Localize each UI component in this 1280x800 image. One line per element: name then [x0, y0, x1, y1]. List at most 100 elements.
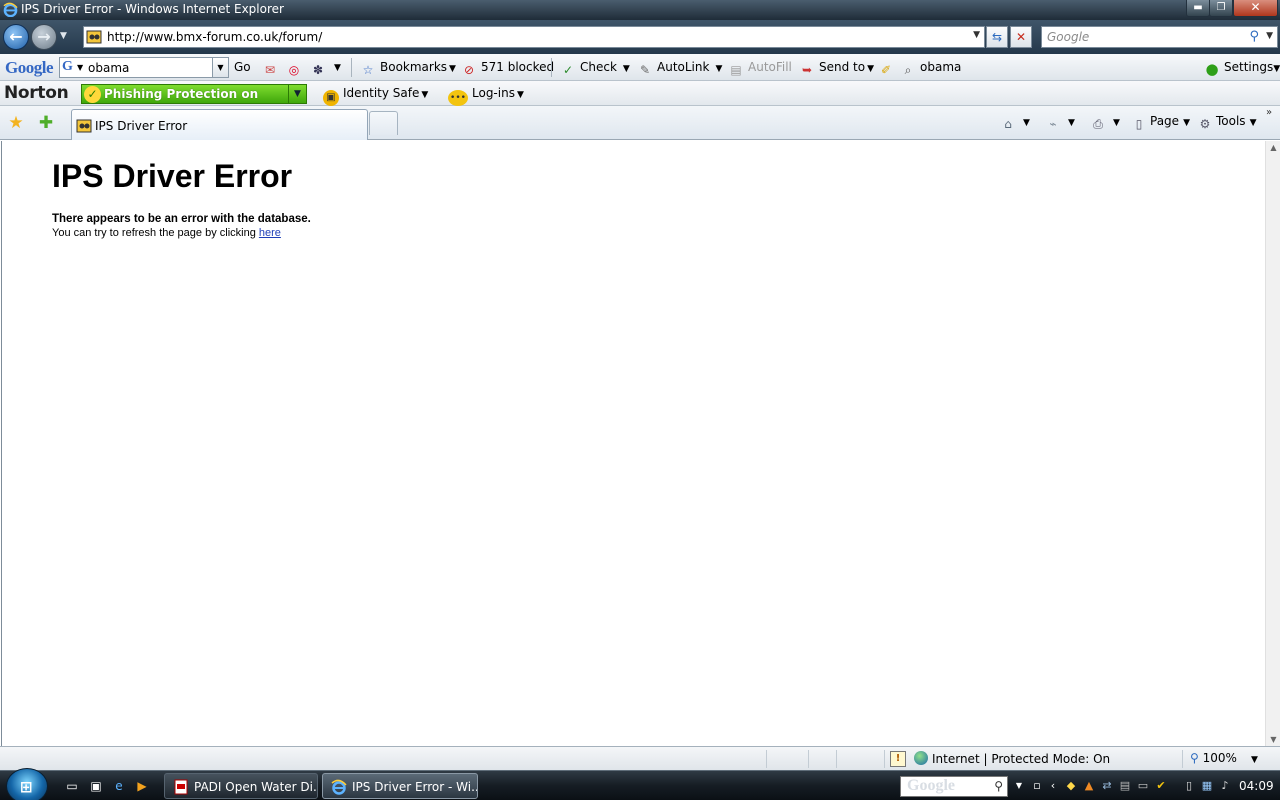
maximize-button[interactable]: ❐	[1209, 0, 1233, 17]
desktop-search-input[interactable]: Google ⚲	[900, 776, 1008, 797]
monitor-tray-icon[interactable]: ▭	[1136, 779, 1150, 793]
chevron-down-icon[interactable]: ▼	[1012, 779, 1026, 793]
settings-button[interactable]: ● Settings▼	[1204, 60, 1280, 77]
search-input[interactable]: Google ⚲ ▼	[1041, 26, 1278, 48]
url-text[interactable]: http://www.bmx-forum.co.uk/forum/	[107, 30, 322, 44]
taskbar-item-label: PADI Open Water Di...	[194, 780, 318, 794]
media-player-icon[interactable]: ▶	[134, 778, 150, 794]
tab-ips-driver-error[interactable]: IPS Driver Error	[71, 109, 368, 140]
autolink-button[interactable]: ✎ AutoLink ▼	[637, 60, 722, 78]
device-tray-icon[interactable]: ▤	[1118, 779, 1132, 793]
chevron-down-icon: ▼	[1249, 118, 1257, 128]
refresh-button[interactable]: ⇆	[986, 26, 1008, 48]
highlighter-icon[interactable]: ✐	[878, 60, 898, 78]
news-icon[interactable]: ✉	[262, 60, 282, 78]
add-favorite-icon[interactable]: ✚	[36, 113, 56, 133]
norton-tray-icon[interactable]: ✔	[1154, 779, 1168, 793]
zone-label: Internet | Protected Mode: On	[932, 752, 1111, 766]
network-icon[interactable]: ▦	[1200, 779, 1214, 793]
chevron-down-icon: ▼	[1273, 64, 1280, 74]
switch-windows-icon[interactable]: ▣	[88, 778, 104, 794]
google-toolbar: Google G ▼ obama ▼ Go ✉ ◎ ✽ ▼ ☆ Bookmarks…	[0, 54, 1280, 81]
start-button[interactable]: ⊞	[6, 768, 48, 800]
site-favicon-icon	[76, 119, 92, 133]
chevron-down-icon[interactable]: ▼	[288, 85, 306, 103]
battery-icon[interactable]: ▯	[1182, 779, 1196, 793]
search-term-button[interactable]: ⌕ obama	[900, 60, 962, 78]
back-button[interactable]: ←	[3, 24, 29, 50]
recent-pages-dropdown-icon[interactable]: ▼	[60, 31, 67, 41]
ie-icon	[331, 779, 347, 795]
google-logo-text: Google	[5, 58, 54, 77]
autofill-label: AutoFill	[748, 60, 792, 74]
sync-tray-icon[interactable]: ⇄	[1100, 779, 1114, 793]
norton-logo: Norton	[4, 83, 69, 103]
autofill-button[interactable]: ▤ AutoFill	[728, 60, 792, 78]
chevron-down-icon: ▼	[421, 90, 429, 100]
bookmarks-button[interactable]: ☆ Bookmarks ▼	[360, 60, 456, 78]
sendto-button[interactable]: ➥ Send to ▼	[799, 60, 874, 78]
logins-button[interactable]: ••• Log-ins ▼	[448, 86, 524, 106]
feeds-button[interactable]: ⌁ ▼	[1045, 114, 1075, 132]
chevron-down-icon[interactable]: ▼	[77, 63, 83, 72]
network-share-icon[interactable]: ◆	[1064, 779, 1078, 793]
phishing-protection-button[interactable]: ✓ Phishing Protection on ▼	[81, 84, 307, 104]
taskbar-item-pdf[interactable]: PADI Open Water Di...	[164, 773, 318, 799]
minimize-button[interactable]: ▬	[1186, 0, 1210, 17]
stop-button[interactable]: ✕	[1010, 26, 1032, 48]
collapse-tray-icon[interactable]: ‹	[1046, 779, 1060, 793]
refresh-link[interactable]: here	[259, 227, 281, 239]
address-dropdown-icon[interactable]: ▼	[973, 30, 980, 40]
search-icon[interactable]: ⚲	[994, 779, 1003, 793]
identity-safe-button[interactable]: ▣ Identity Safe ▼	[323, 86, 428, 106]
status-divider	[884, 750, 885, 768]
page-menu-button[interactable]: ▯ Page ▼	[1131, 114, 1190, 132]
close-button[interactable]: ✕	[1233, 0, 1278, 17]
query-dropdown-icon[interactable]: ▼	[212, 58, 228, 77]
security-zone[interactable]: Internet | Protected Mode: On	[914, 751, 1110, 766]
address-input[interactable]: http://www.bmx-forum.co.uk/forum/ ▼	[83, 26, 985, 48]
tools-menu-button[interactable]: ⚙ Tools ▼	[1197, 114, 1257, 132]
gmail-icon[interactable]: ◎	[286, 60, 306, 78]
more-buttons-dropdown-icon[interactable]: ▼	[334, 63, 341, 73]
taskbar-item-ie[interactable]: IPS Driver Error - Wi...	[322, 773, 478, 799]
security-warning-icon[interactable]: !	[890, 751, 906, 767]
refresh-message-text: You can try to refresh the page by click…	[52, 227, 259, 239]
green-dot-icon: ●	[1205, 60, 1219, 78]
blocked-icon: ⊘	[463, 63, 475, 77]
search-options-dropdown-icon[interactable]: ▼	[1266, 31, 1273, 41]
ie-quicklaunch-icon[interactable]: e	[111, 778, 127, 794]
print-button[interactable]: ⎙ ▼	[1090, 114, 1120, 132]
search-icon[interactable]: ⚲	[1249, 29, 1259, 44]
forward-button[interactable]: →	[31, 24, 57, 50]
go-button[interactable]: Go	[234, 60, 251, 74]
deskbar-icon[interactable]: ▫	[1030, 779, 1044, 793]
overflow-chevron-icon[interactable]: »	[1266, 107, 1272, 118]
pdf-icon	[174, 779, 188, 795]
zoom-control[interactable]: ⚲ 100% ▼	[1190, 751, 1258, 765]
status-divider	[808, 750, 809, 768]
lock-icon: ▣	[323, 90, 339, 106]
volume-icon[interactable]: ♪	[1218, 779, 1232, 793]
toolbar-separator	[551, 58, 552, 77]
show-desktop-icon[interactable]: ▭	[64, 778, 80, 794]
popup-blocker-button[interactable]: ⊘ 571 blocked	[461, 60, 554, 78]
page-icon: ▯	[1135, 117, 1143, 131]
google-search-input[interactable]: G ▼ obama ▼	[59, 57, 229, 78]
error-message: There appears to be an error with the da…	[52, 213, 311, 225]
wand-icon: ✎	[639, 63, 651, 77]
google-query-text[interactable]: obama	[88, 61, 129, 75]
new-tab-button[interactable]	[369, 111, 398, 135]
clock[interactable]: 04:09	[1239, 779, 1274, 793]
translate-icon[interactable]: ✽	[310, 60, 330, 78]
home-button[interactable]: ⌂ ▼	[1000, 114, 1030, 132]
favorites-star-icon[interactable]: ★	[6, 113, 26, 133]
autofill-icon: ▤	[730, 63, 742, 77]
vertical-scrollbar[interactable]: ▲ ▼	[1265, 141, 1280, 746]
spellcheck-button[interactable]: ✓ Check ▼	[560, 60, 630, 78]
app-tray-icon[interactable]: ▲	[1082, 779, 1096, 793]
scroll-down-icon[interactable]: ▼	[1266, 735, 1280, 744]
tab-label: IPS Driver Error	[95, 119, 188, 133]
scroll-up-icon[interactable]: ▲	[1266, 143, 1280, 152]
rss-icon: ⌁	[1049, 117, 1057, 131]
